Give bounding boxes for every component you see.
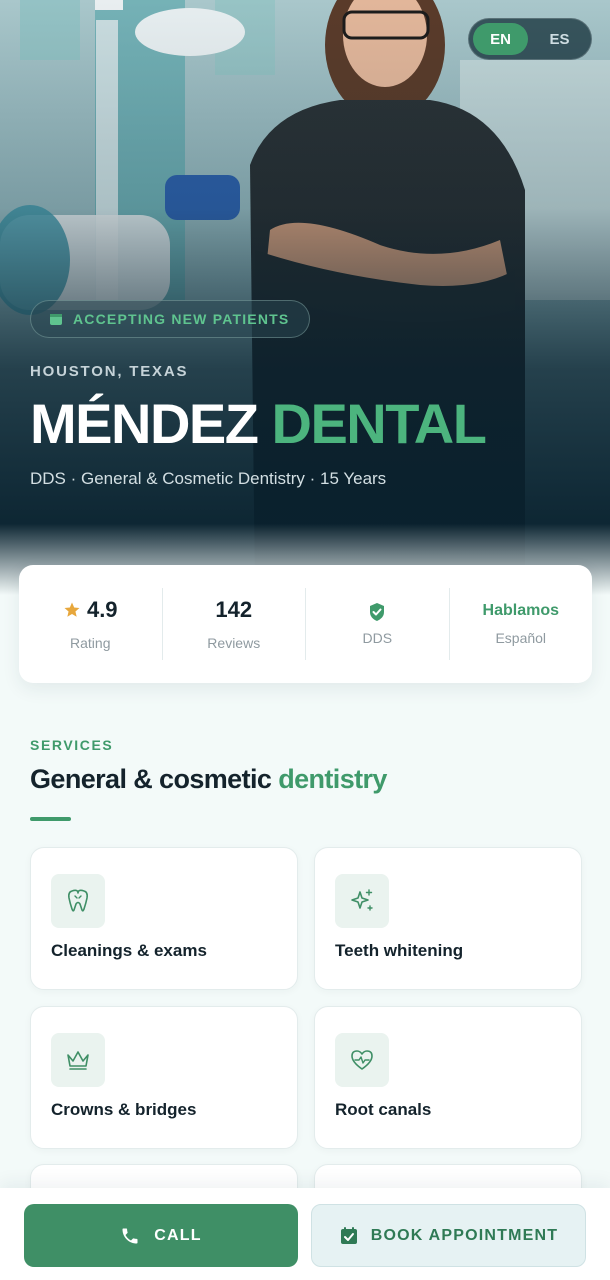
crown-icon (67, 1051, 89, 1070)
reviews-label: Reviews (207, 635, 261, 651)
book-button-label: BOOK APPOINTMENT (370, 1226, 559, 1244)
lang-option-es[interactable]: ES (532, 23, 587, 55)
service-label: Root canals (335, 1100, 432, 1119)
page-title: MÉNDEZ DENTAL (30, 392, 487, 456)
calendar-icon (50, 314, 62, 325)
service-label: Crowns & bridges (51, 1100, 197, 1119)
rating-value: 4.9 (86, 597, 118, 622)
stat-credential: DDS (306, 588, 450, 660)
service-card-crowns[interactable]: Crowns & bridges (30, 1006, 298, 1149)
hero-section: EN ES ACCEPTING NEW PATIENTS HOUSTON, TE… (0, 0, 610, 595)
shield-check-icon (370, 603, 385, 621)
credential-label: DDS (362, 630, 393, 646)
lang-option-en[interactable]: EN (473, 23, 528, 55)
stat-language: Hablamos Español (450, 588, 593, 660)
service-card-root-canals[interactable]: Root canals (314, 1006, 582, 1149)
hero-overlay (0, 0, 610, 595)
title-name: MÉNDEZ (30, 392, 259, 455)
language-label: Español (495, 630, 547, 646)
stats-card: 4.9 Rating 142 Reviews DDS Hablamos Espa… (19, 565, 592, 683)
stat-reviews: 142 Reviews (163, 588, 306, 660)
services-kicker: SERVICES (30, 737, 114, 753)
service-card-cleanings[interactable]: Cleanings & exams (30, 847, 298, 990)
location-label: HOUSTON, TEXAS (30, 363, 189, 380)
phone-icon (122, 1228, 138, 1243)
sparkle-icon (351, 889, 373, 911)
section-divider (30, 817, 71, 821)
accepting-patients-badge: ACCEPTING NEW PATIENTS (30, 300, 311, 338)
service-card-whitening[interactable]: Teeth whitening (314, 847, 582, 990)
badge-label: ACCEPTING NEW PATIENTS (73, 311, 290, 327)
services-title-highlight: dentistry (278, 764, 387, 794)
tooth-icon (68, 889, 88, 912)
book-appointment-button[interactable]: BOOK APPOINTMENT (311, 1204, 586, 1267)
bottom-action-bar: CALL BOOK APPOINTMENT (0, 1188, 610, 1280)
stat-rating: 4.9 Rating (19, 588, 163, 660)
language-value: Hablamos (482, 602, 559, 619)
hero-subtitle: DDS · General & Cosmetic Dentistry · 15 … (30, 469, 387, 488)
services-title: General & cosmetic dentistry (30, 764, 387, 795)
call-button[interactable]: CALL (24, 1204, 298, 1267)
service-label: Teeth whitening (335, 941, 464, 960)
calendar-check-icon (340, 1226, 357, 1244)
language-toggle: EN ES (468, 18, 592, 60)
title-highlight: DENTAL (271, 392, 487, 455)
reviews-value: 142 (215, 597, 253, 622)
service-label: Cleanings & exams (51, 941, 207, 960)
call-button-label: CALL (154, 1226, 202, 1244)
rating-label: Rating (70, 635, 111, 651)
heart-pulse-icon (351, 1050, 373, 1070)
services-title-main: General & cosmetic (30, 764, 272, 794)
star-icon (64, 602, 80, 617)
